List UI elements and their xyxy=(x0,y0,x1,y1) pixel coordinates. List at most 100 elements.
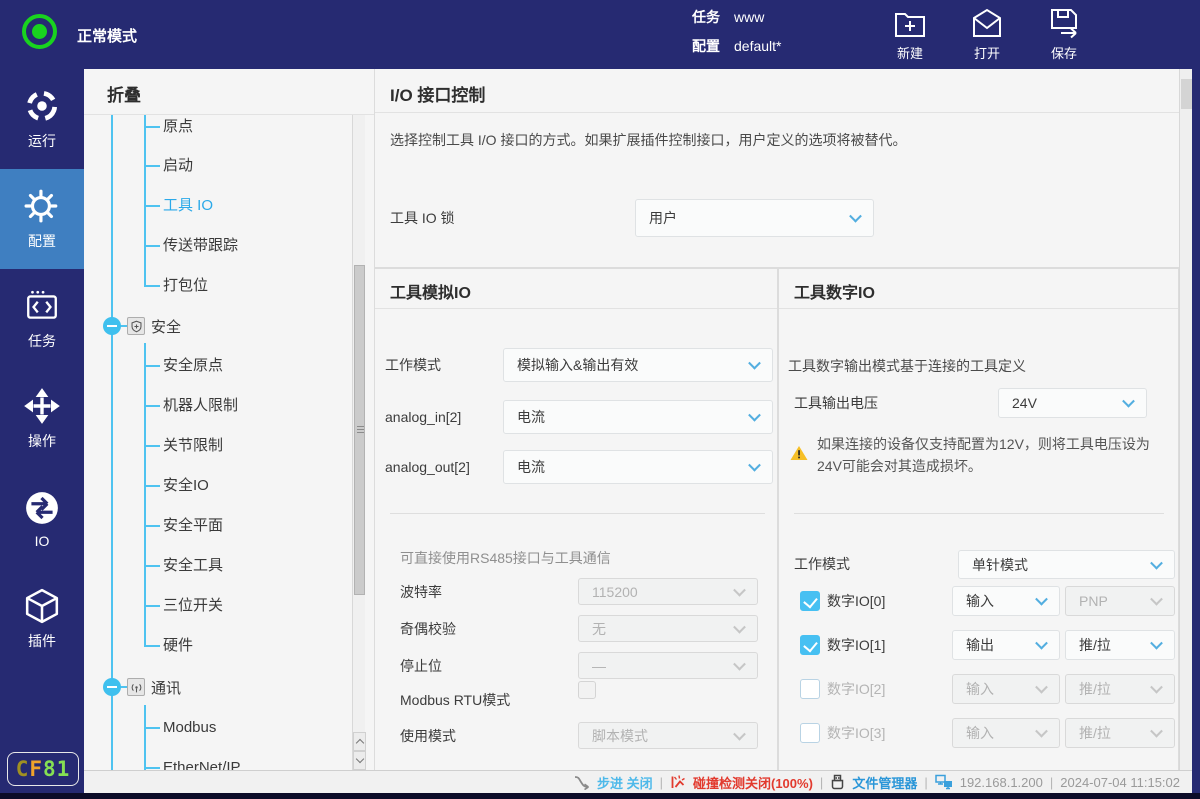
mode-status-icon xyxy=(22,14,57,49)
analog-in-select[interactable]: 电流 xyxy=(503,400,773,434)
step-mode-status[interactable]: 步进 关闭 xyxy=(597,773,653,792)
sidebar-io-label: IO xyxy=(35,533,50,549)
digital-io-0-checkbox[interactable] xyxy=(800,591,820,611)
collision-detect-status[interactable]: 碰撞检测关闭(100%) xyxy=(693,773,813,792)
tree-item-ethernet-ip[interactable]: EtherNet/IP xyxy=(163,756,241,770)
tool-voltage-select[interactable]: 24V xyxy=(998,388,1147,418)
tree-item-joint-limits[interactable]: 关节限制 xyxy=(163,434,223,458)
analog-work-mode-select[interactable]: 模拟输入&输出有效 xyxy=(503,348,773,382)
tree-item-conveyor-tracking[interactable]: 传送带跟踪 xyxy=(163,234,238,258)
digital-io-2-checkbox[interactable] xyxy=(800,679,820,699)
separator: | xyxy=(820,775,823,790)
digital-io-1-mode-select[interactable]: 推/拉 xyxy=(1065,630,1175,660)
tree-item-modbus[interactable]: Modbus xyxy=(163,716,216,740)
file-manager-link[interactable]: 文件管理器 xyxy=(852,773,917,792)
digital-io-0-direction-select[interactable]: 输入 xyxy=(952,586,1060,616)
config-label: 配置 xyxy=(692,36,720,56)
tree-item-safety-home[interactable]: 安全原点 xyxy=(163,354,223,378)
digital-io-1-direction-select[interactable]: 输出 xyxy=(952,630,1060,660)
tool-analog-io-panel: 工具模拟IO 工作模式 模拟输入&输出有效 analog_in[2] 电流 an… xyxy=(375,269,777,770)
tree-item-safety[interactable]: 安全 xyxy=(103,314,181,338)
tree-scrollbar[interactable] xyxy=(352,115,365,770)
tree-item-tool-io[interactable]: 工具 IO xyxy=(163,194,213,218)
digital-io-2-mode-select: 推/拉 xyxy=(1065,674,1175,704)
statusbar: 步进 关闭 | 碰撞检测关闭(100%) | 文件管理器 | xyxy=(84,770,1192,793)
digital-io-3-mode-value: 推/拉 xyxy=(1079,723,1111,743)
topbar: 正常模式 任务 www 配置 default* 新建 xyxy=(0,0,1200,69)
digital-io-3-checkbox[interactable] xyxy=(800,723,820,743)
open-button-label: 打开 xyxy=(974,43,1000,62)
main-scrollbar-thumb[interactable] xyxy=(1181,79,1192,109)
tree-item-safety-io[interactable]: 安全IO xyxy=(163,474,209,498)
analog-work-mode-label: 工作模式 xyxy=(385,355,441,375)
tree-item-communication[interactable]: 通讯 xyxy=(103,675,181,699)
digital-io-2-mode-value: 推/拉 xyxy=(1079,679,1111,699)
separator: | xyxy=(660,775,663,790)
io-interface-description: 选择控制工具 I/O 接口的方式。如果扩展插件控制接口，用户定义的选项将被替代。 xyxy=(390,130,906,150)
baud-rate-value: 115200 xyxy=(592,584,638,600)
window-border xyxy=(0,793,1200,799)
tree-scrollbar-thumb[interactable] xyxy=(354,265,365,595)
config-value: default* xyxy=(734,38,781,54)
tree-collapse-label: 折叠 xyxy=(107,81,141,106)
sidebar-plugin-label: 插件 xyxy=(28,631,56,651)
digital-description: 工具数字输出模式基于连接的工具定义 xyxy=(788,356,1026,376)
sidebar-item-operate[interactable]: 操作 xyxy=(0,369,84,469)
tree-item-safety-planes[interactable]: 安全平面 xyxy=(163,514,223,538)
collapse-toggle-icon[interactable] xyxy=(103,317,121,335)
collapse-toggle-icon[interactable] xyxy=(103,678,121,696)
tree-item-startup[interactable]: 启动 xyxy=(163,154,193,178)
tree-item-safety-tool[interactable]: 安全工具 xyxy=(163,554,223,578)
main-scrollbar[interactable] xyxy=(1179,69,1192,770)
tree-connector xyxy=(111,115,113,770)
sidebar-item-task[interactable]: 任务 xyxy=(0,269,84,369)
shield-icon xyxy=(127,317,145,335)
digital-work-mode-select[interactable]: 单针模式 xyxy=(958,550,1175,579)
tool-io-lock-value: 用户 xyxy=(649,208,677,228)
new-button[interactable]: 新建 xyxy=(893,6,927,62)
stop-bit-select: — xyxy=(578,652,758,679)
antenna-icon xyxy=(127,678,145,696)
tree-collapse-button[interactable]: 折叠 xyxy=(84,69,374,115)
tree-item-home[interactable]: 原点 xyxy=(163,115,193,139)
sidebar-item-io[interactable]: IO xyxy=(0,469,84,569)
use-mode-label: 使用模式 xyxy=(400,726,456,746)
divider xyxy=(390,513,765,514)
io-interface-section: I/O 接口控制 选择控制工具 I/O 接口的方式。如果扩展插件控制接口，用户定… xyxy=(375,69,1179,267)
open-button[interactable]: 打开 xyxy=(970,6,1004,62)
save-button[interactable]: 保存 xyxy=(1047,6,1081,62)
digital-io-0-mode-select: PNP xyxy=(1065,586,1175,616)
datetime: 2024-07-04 11:15:02 xyxy=(1060,775,1180,790)
tree-connector xyxy=(144,343,146,647)
sidebar-item-config[interactable]: 配置 xyxy=(0,169,84,269)
modbus-rtu-label: Modbus RTU模式 xyxy=(400,690,510,710)
section-header: I/O 接口控制 xyxy=(375,69,1179,113)
tree-item-robot-limits[interactable]: 机器人限制 xyxy=(163,394,238,418)
task-value: www xyxy=(734,9,764,25)
modbus-rtu-checkbox xyxy=(578,681,596,699)
new-folder-icon xyxy=(893,6,927,42)
parity-label: 奇偶校验 xyxy=(400,619,456,639)
digital-io-3-direction-value: 输入 xyxy=(966,723,994,743)
sidebar-item-run[interactable]: 运行 xyxy=(0,69,84,169)
tool-voltage-value: 24V xyxy=(1012,395,1037,411)
rs485-note: 可直接使用RS485接口与工具通信 xyxy=(400,548,611,568)
digital-io-2-direction-select: 输入 xyxy=(952,674,1060,704)
tree-item-pack-position[interactable]: 打包位 xyxy=(163,274,208,298)
tree-connector xyxy=(144,115,146,287)
stop-bit-value: — xyxy=(592,658,606,674)
tree-item-three-position-switch[interactable]: 三位开关 xyxy=(163,594,223,618)
tool-io-lock-select[interactable]: 用户 xyxy=(635,199,874,237)
topbar-actions: 新建 打开 保存 xyxy=(893,6,1081,62)
tree-item-hardware[interactable]: 硬件 xyxy=(163,634,193,658)
tool-digital-io-panel: 工具数字IO 工具数字输出模式基于连接的工具定义 工具输出电压 24V 如果连接… xyxy=(779,269,1178,770)
sidebar-item-plugin[interactable]: 插件 xyxy=(0,569,84,669)
digital-io-1-checkbox[interactable] xyxy=(800,635,820,655)
stop-bit-label: 停止位 xyxy=(400,656,442,676)
sidebar-config-label: 配置 xyxy=(28,231,56,251)
scroll-down-button[interactable] xyxy=(353,751,366,770)
scroll-up-button[interactable] xyxy=(353,732,366,751)
digital-io-0-mode-value: PNP xyxy=(1079,593,1108,609)
digital-io-3-label: 数字IO[3] xyxy=(827,723,885,743)
analog-out-select[interactable]: 电流 xyxy=(503,450,773,484)
